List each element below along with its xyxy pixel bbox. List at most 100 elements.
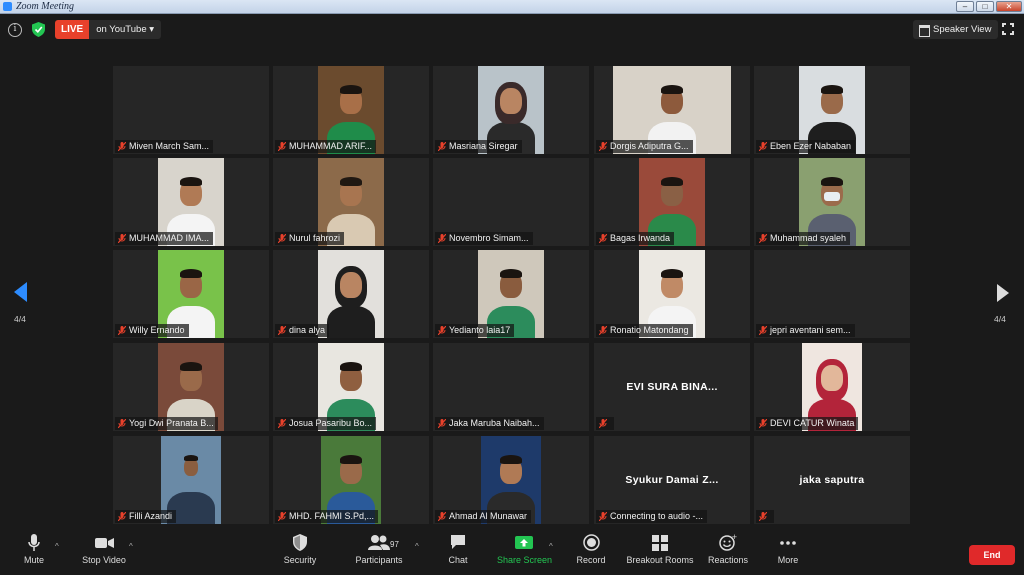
more-button[interactable]: More bbox=[774, 534, 802, 565]
fullscreen-icon[interactable] bbox=[1002, 23, 1014, 35]
participant-tile[interactable]: Jaka Maruba Naibah... bbox=[433, 343, 589, 431]
participant-tile[interactable]: EVI SURA BINA... bbox=[594, 343, 750, 431]
participant-tile[interactable]: Syukur Damai Z... Connecting to audio -..… bbox=[594, 436, 750, 524]
video-options-caret-icon[interactable]: ^ bbox=[129, 542, 133, 551]
muted-mic-icon bbox=[599, 142, 607, 151]
participant-tile[interactable]: Yedianto laia17 bbox=[433, 250, 589, 338]
participant-name-label: Ahmad Al Munawar bbox=[435, 510, 532, 523]
more-label: More bbox=[777, 555, 799, 565]
participant-name: Willy Ernando bbox=[129, 325, 185, 335]
participant-tile[interactable]: Eben Ezer Nababan bbox=[754, 66, 910, 154]
participant-display-name: jaka saputra bbox=[799, 474, 865, 486]
participant-name-label: DEVI CATUR Winata bbox=[756, 417, 859, 430]
participant-tile[interactable]: Miven March Sam... bbox=[113, 66, 269, 154]
chat-button[interactable]: Chat bbox=[446, 534, 470, 565]
muted-mic-icon bbox=[118, 512, 126, 521]
participants-options-caret-icon[interactable]: ^ bbox=[415, 542, 419, 551]
end-label: End bbox=[983, 550, 1001, 560]
participant-display-name: EVI SURA BINA... bbox=[626, 381, 718, 393]
meeting-topbar: i LIVE on YouTube ▾ Speaker View bbox=[0, 15, 1024, 45]
zoom-app-icon bbox=[3, 2, 12, 11]
participants-button[interactable]: Participants bbox=[354, 534, 404, 565]
participant-tile[interactable]: Willy Ernando bbox=[113, 250, 269, 338]
muted-mic-icon bbox=[278, 419, 286, 428]
meeting-toolbar: Mute ^ Stop Video ^ Security Participant… bbox=[0, 530, 1024, 575]
close-button[interactable]: ✕ bbox=[996, 1, 1022, 12]
muted-mic-icon bbox=[759, 326, 767, 335]
minimize-button[interactable]: – bbox=[956, 1, 974, 12]
participant-tile[interactable]: MHD. FAHMI S.Pd,... bbox=[273, 436, 429, 524]
participant-tile[interactable]: Novembro Simam... bbox=[433, 158, 589, 246]
participant-tile[interactable]: jepri aventani sem... bbox=[754, 250, 910, 338]
participant-tile[interactable]: DEVI CATUR Winata bbox=[754, 343, 910, 431]
live-stream-badge[interactable]: LIVE on YouTube ▾ bbox=[55, 20, 162, 39]
video-camera-icon bbox=[94, 538, 114, 548]
breakout-rooms-button[interactable]: Breakout Rooms bbox=[626, 534, 694, 565]
window-controls: – □ ✕ bbox=[956, 1, 1022, 12]
record-label: Record bbox=[576, 555, 606, 565]
muted-mic-icon bbox=[599, 234, 607, 243]
muted-mic-icon bbox=[118, 326, 126, 335]
live-destination-dropdown[interactable]: on YouTube ▾ bbox=[89, 20, 162, 39]
muted-mic-icon bbox=[759, 512, 767, 521]
participants-icon bbox=[368, 535, 390, 550]
participant-name-label: Masriana Siregar bbox=[435, 140, 522, 153]
participant-name-label: Yedianto laia17 bbox=[435, 324, 515, 337]
participant-tile[interactable]: Bagas Irwanda bbox=[594, 158, 750, 246]
security-button[interactable]: Security bbox=[282, 534, 318, 565]
live-destination-label: on YouTube bbox=[96, 24, 147, 35]
record-button[interactable]: Record bbox=[575, 534, 607, 565]
chat-label: Chat bbox=[448, 555, 468, 565]
maximize-button[interactable]: □ bbox=[976, 1, 994, 12]
participant-name: MUHAMMAD IMA... bbox=[129, 233, 209, 243]
participant-tile[interactable]: dina alya bbox=[273, 250, 429, 338]
participant-tile[interactable]: MUHAMMAD ARIF... bbox=[273, 66, 429, 154]
participant-name-label: Novembro Simam... bbox=[435, 232, 533, 245]
participant-tile[interactable]: jaka saputra bbox=[754, 436, 910, 524]
participant-name: Jaka Maruba Naibah... bbox=[449, 418, 540, 428]
participant-tile[interactable]: Yogi Dwi Pranata B... bbox=[113, 343, 269, 431]
participant-name-label: dina alya bbox=[275, 324, 330, 337]
participant-name-label: Jaka Maruba Naibah... bbox=[435, 417, 544, 430]
encryption-shield-icon[interactable] bbox=[32, 22, 45, 37]
participant-tile[interactable]: MUHAMMAD IMA... bbox=[113, 158, 269, 246]
participant-name-label: Nurul fahrozi bbox=[275, 232, 345, 245]
audio-options-caret-icon[interactable]: ^ bbox=[55, 542, 59, 551]
reactions-button[interactable]: + Reactions bbox=[708, 534, 748, 565]
end-meeting-button[interactable]: End bbox=[969, 545, 1015, 565]
participant-tile[interactable]: Masriana Siregar bbox=[433, 66, 589, 154]
participant-name: Muhammad syaleh bbox=[770, 233, 847, 243]
participant-tile[interactable]: Nurul fahrozi bbox=[273, 158, 429, 246]
participant-name-label: MHD. FAHMI S.Pd,... bbox=[275, 510, 379, 523]
share-screen-label: Share Screen bbox=[497, 555, 553, 565]
share-options-caret-icon[interactable]: ^ bbox=[549, 542, 553, 551]
participant-name: Bagas Irwanda bbox=[610, 233, 671, 243]
participant-tile[interactable]: Ronatio Matondang bbox=[594, 250, 750, 338]
more-dots-icon bbox=[780, 541, 796, 545]
muted-mic-icon bbox=[278, 142, 286, 151]
participant-tile[interactable]: Filli Azandi bbox=[113, 436, 269, 524]
participant-tile[interactable]: Josua Pasaribu Bo... bbox=[273, 343, 429, 431]
participant-tile[interactable]: Ahmad Al Munawar bbox=[433, 436, 589, 524]
next-page-arrow-icon[interactable] bbox=[997, 284, 1009, 302]
previous-page-arrow-icon[interactable] bbox=[14, 282, 27, 302]
participant-name: Dorgis Adiputra G... bbox=[610, 141, 689, 151]
muted-mic-icon bbox=[438, 142, 446, 151]
muted-mic-icon bbox=[599, 512, 607, 521]
muted-mic-icon bbox=[118, 142, 126, 151]
participant-name: MHD. FAHMI S.Pd,... bbox=[289, 511, 375, 521]
speaker-view-button[interactable]: Speaker View bbox=[913, 20, 999, 39]
mute-label: Mute bbox=[23, 555, 44, 565]
mute-button[interactable]: Mute bbox=[20, 534, 48, 565]
meeting-info-icon[interactable]: i bbox=[8, 23, 22, 37]
participant-tile[interactable]: Dorgis Adiputra G... bbox=[594, 66, 750, 154]
participant-name-label: Dorgis Adiputra G... bbox=[596, 140, 693, 153]
participant-display-name: Syukur Damai Z... bbox=[625, 474, 719, 486]
stop-video-button[interactable]: Stop Video bbox=[80, 534, 128, 565]
security-shield-icon bbox=[293, 534, 307, 551]
share-screen-button[interactable]: Share Screen bbox=[497, 534, 553, 565]
participant-name-label: Bagas Irwanda bbox=[596, 232, 675, 245]
participant-name-label: Willy Ernando bbox=[115, 324, 189, 337]
participant-name: Connecting to audio -... bbox=[610, 511, 704, 521]
participant-tile[interactable]: Muhammad syaleh bbox=[754, 158, 910, 246]
